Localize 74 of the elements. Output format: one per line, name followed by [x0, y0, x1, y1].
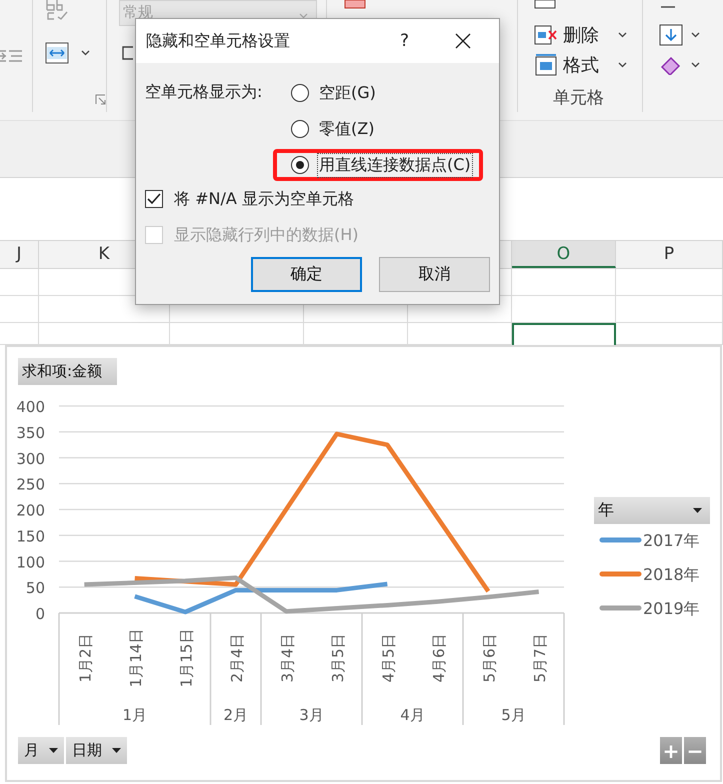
- month-label: 2月: [223, 706, 248, 724]
- radio-option[interactable]: 空距(G): [273, 77, 483, 109]
- grid-cell[interactable]: [512, 296, 616, 323]
- dropdown-arrow-icon[interactable]: [112, 748, 121, 753]
- legend-label: 2017年: [643, 531, 700, 550]
- category-label: 4月6日: [430, 633, 448, 683]
- axis-tick-label: 200: [16, 502, 45, 520]
- help-button[interactable]: ?: [394, 30, 415, 52]
- month-label: 5月: [501, 706, 526, 724]
- delete-cells-icon[interactable]: [534, 25, 558, 45]
- legend-label: 2018年: [643, 565, 700, 584]
- format-cells-icon[interactable]: [534, 54, 558, 76]
- legend-entry: 2019年: [600, 599, 700, 618]
- axis-tick-label: 250: [16, 476, 45, 494]
- category-label: 4月5日: [379, 633, 398, 683]
- wrap-width-icon[interactable]: [45, 42, 69, 64]
- radio-option[interactable]: 用直线连接数据点(C): [273, 149, 483, 181]
- dialog-launcher-icon[interactable]: [95, 94, 106, 105]
- dropdown-arrow-icon[interactable]: [693, 508, 702, 513]
- axis-tick-label: 350: [16, 424, 45, 442]
- group-title: 单元格: [553, 87, 605, 109]
- category-label: 5月6日: [480, 633, 498, 683]
- checkbox-option[interactable]: 将 #N/A 显示为空单元格: [145, 181, 499, 217]
- category-label: 1月2日: [76, 633, 94, 683]
- grid-cell[interactable]: [616, 269, 723, 296]
- dialog-button[interactable]: 确定: [251, 257, 362, 292]
- option-prompt: 空单元格显示为:: [145, 82, 264, 103]
- caret-icon[interactable]: [691, 62, 700, 68]
- axis-tick-label: 0: [35, 605, 45, 623]
- value-field-button[interactable]: 求和项:金额: [18, 358, 117, 385]
- format-button[interactable]: 格式: [563, 53, 613, 77]
- dropdown-arrow-icon[interactable]: [49, 748, 58, 753]
- caret-icon[interactable]: [691, 32, 700, 38]
- legend-field-button[interactable]: 年: [594, 497, 710, 524]
- grid-cell[interactable]: [0, 269, 39, 296]
- category-label: 3月5日: [328, 633, 347, 683]
- category-label: 2月4日: [228, 633, 246, 683]
- legend-entry: 2018年: [600, 565, 700, 584]
- column-header[interactable]: O: [512, 241, 616, 268]
- caret-icon[interactable]: [618, 32, 627, 38]
- conditional-format-icon[interactable]: [344, 0, 366, 9]
- dialog-title: 隐藏和空单元格设置: [146, 30, 291, 52]
- eraser-icon[interactable]: [659, 55, 683, 75]
- fill-down-icon[interactable]: [659, 24, 683, 46]
- month-label: 4月: [400, 706, 425, 724]
- axis-field-button[interactable]: 日期: [66, 737, 127, 764]
- caret-icon[interactable]: [81, 50, 90, 56]
- close-icon[interactable]: [455, 33, 471, 49]
- indent-icon[interactable]: [0, 48, 22, 64]
- delete-button[interactable]: 删除: [563, 23, 613, 47]
- month-label: 3月: [299, 706, 324, 724]
- check-icon: [147, 193, 161, 205]
- category-label: 3月4日: [278, 633, 296, 683]
- legend-entry: 2017年: [600, 531, 700, 550]
- column-header[interactable]: P: [616, 241, 723, 268]
- axis-field-button[interactable]: 月: [18, 737, 64, 764]
- month-label: 1月: [122, 706, 148, 724]
- column-header[interactable]: J: [0, 241, 39, 268]
- legend-label: 2019年: [643, 599, 700, 618]
- category-label: 1月14日: [126, 628, 145, 688]
- axis-tick-label: 300: [16, 450, 45, 468]
- grid-cell[interactable]: [512, 269, 616, 296]
- category-label: 1月15日: [177, 628, 196, 688]
- grid-cell[interactable]: [616, 296, 723, 323]
- axis-tick-label: 400: [16, 398, 45, 416]
- category-label: 5月7日: [530, 633, 549, 683]
- dialog-button[interactable]: 取消: [379, 257, 490, 292]
- axis-tick-label: 50: [26, 579, 45, 598]
- radio-option[interactable]: 零值(Z): [273, 113, 483, 145]
- grid-cell[interactable]: [0, 296, 39, 323]
- insert-cells-icon[interactable]: [534, 0, 556, 9]
- axis-tick-label: 100: [16, 553, 45, 572]
- caret-icon[interactable]: [618, 62, 627, 68]
- axis-tick-label: 150: [16, 527, 45, 546]
